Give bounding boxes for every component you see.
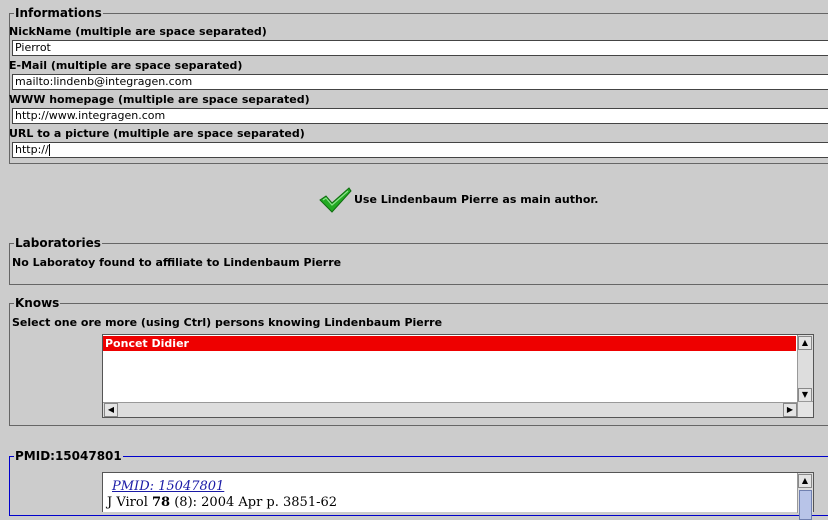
text-caret bbox=[48, 144, 50, 156]
scroll-up-button[interactable]: ▲ bbox=[798, 474, 812, 488]
checkmark-icon bbox=[319, 187, 352, 213]
email-value: mailto:lindenb@integragen.com bbox=[15, 75, 193, 88]
knows-instruction: Select one ore more (using Ctrl) persons… bbox=[12, 316, 443, 329]
laboratories-message: No Laboratoy found to affiliate to Linde… bbox=[12, 256, 342, 269]
picture-value: http:// bbox=[15, 143, 49, 156]
scroll-right-button[interactable]: ▶ bbox=[783, 403, 797, 417]
horizontal-scrollbar[interactable]: ◀ ▶ bbox=[103, 402, 797, 417]
www-label: WWW homepage (multiple are space separat… bbox=[9, 93, 310, 106]
email-label: E-Mail (multiple are space separated) bbox=[9, 59, 243, 72]
list-item[interactable]: Poncet Didier bbox=[103, 336, 796, 351]
www-field[interactable]: http://www.integragen.com bbox=[12, 108, 828, 124]
scroll-up-button[interactable]: ▲ bbox=[798, 336, 812, 350]
www-value: http://www.integragen.com bbox=[15, 109, 166, 122]
laboratories-legend: Laboratories bbox=[14, 235, 102, 251]
citation-rest: (8): 2004 Apr p. 3851-62 bbox=[170, 495, 338, 510]
citation: J Virol 78 (8): 2004 Apr p. 3851-62 bbox=[107, 495, 337, 510]
knows-legend: Knows bbox=[14, 295, 61, 311]
nickname-field[interactable]: Pierrot bbox=[12, 40, 828, 56]
email-field[interactable]: mailto:lindenb@integragen.com bbox=[12, 74, 828, 90]
informations-legend: Informations bbox=[14, 5, 103, 21]
scroll-down-button[interactable]: ▼ bbox=[798, 388, 812, 402]
nickname-label: NickName (multiple are space separated) bbox=[9, 25, 267, 38]
knows-list[interactable]: Poncet Didier ▲ ▼ ◀ ▶ bbox=[102, 334, 814, 418]
picture-field[interactable]: http:// bbox=[12, 142, 828, 158]
main-author-toggle[interactable]: Use Lindenbaum Pierre as main author. bbox=[318, 186, 608, 214]
scroll-thumb[interactable] bbox=[799, 490, 812, 520]
publication-scrollbar[interactable]: ▲ bbox=[797, 473, 813, 520]
pmid-link[interactable]: PMID: 15047801 bbox=[112, 479, 224, 494]
scroll-corner bbox=[797, 401, 813, 417]
publication-panel: PMID: 15047801 J Virol 78 (8): 2004 Apr … bbox=[102, 472, 814, 520]
picture-label: URL to a picture (multiple are space sep… bbox=[9, 127, 305, 140]
publication-legend: PMID:15047801 bbox=[14, 448, 123, 464]
main-author-label: Use Lindenbaum Pierre as main author. bbox=[354, 193, 599, 206]
nickname-value: Pierrot bbox=[15, 41, 51, 54]
journal-name: J Virol bbox=[107, 495, 152, 510]
scroll-left-button[interactable]: ◀ bbox=[104, 403, 118, 417]
volume: 78 bbox=[152, 495, 171, 510]
